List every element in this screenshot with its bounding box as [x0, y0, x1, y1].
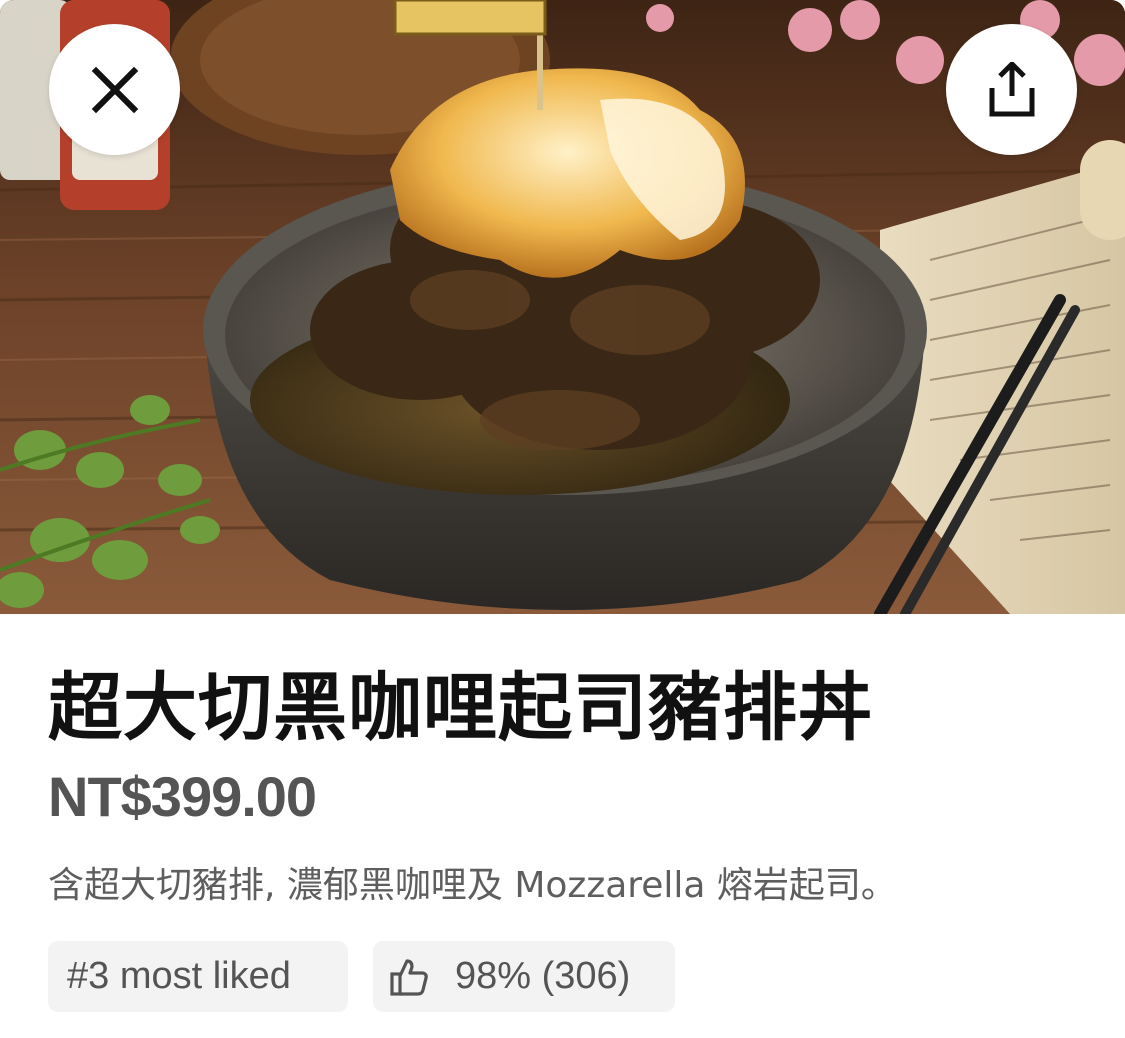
item-detail-sheet: 超大切黑咖哩起司豬排丼 NT$399.00 含超大切豬排, 濃郁黑咖哩及 Moz…	[0, 0, 1125, 1038]
item-title: 超大切黑咖哩起司豬排丼	[48, 665, 873, 751]
share-icon	[988, 61, 1036, 118]
most-liked-label: #3 most liked	[67, 955, 291, 997]
rating-badge: 98% (306)	[373, 941, 675, 1012]
share-button[interactable]	[946, 24, 1077, 155]
item-description: 含超大切豬排, 濃郁黑咖哩及 Mozzarella 熔岩起司。	[48, 865, 897, 906]
close-icon	[91, 66, 139, 114]
item-price: NT$399.00	[48, 765, 317, 828]
rating-label: 98% (306)	[455, 955, 631, 997]
most-liked-badge: #3 most liked	[48, 941, 348, 1012]
item-photo	[0, 0, 1125, 614]
thumbs-up-icon	[389, 957, 429, 997]
close-button[interactable]	[49, 24, 180, 155]
